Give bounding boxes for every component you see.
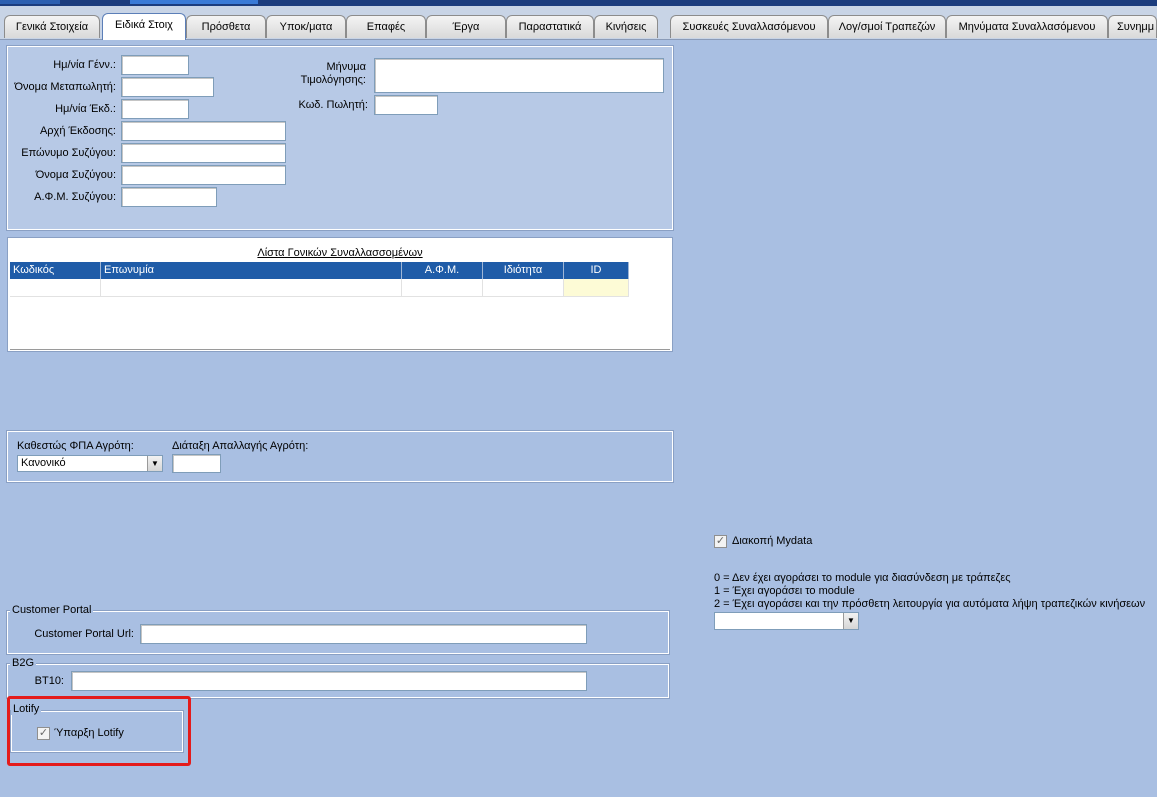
table-cell[interactable] <box>483 279 564 297</box>
spouse-surname-field[interactable] <box>121 143 286 163</box>
column-header-id[interactable]: ID <box>564 262 629 279</box>
column-header-name[interactable]: Επωνυμία <box>101 262 402 279</box>
spouse-vat-label: Α.Φ.Μ. Συζύγου: <box>34 191 116 203</box>
customer-portal-url-label: Customer Portal Url: <box>34 628 134 640</box>
bank-module-legend-0: 0 = Δεν έχει αγοράσει το module για διασ… <box>714 572 1011 584</box>
customer-portal-title: Customer Portal <box>10 604 94 616</box>
invoice-message-label: Μήνυμα Τιμολόγησης: <box>300 61 366 86</box>
issue-date-label: Ημ/νία Έκδ.: <box>55 103 116 115</box>
grid-bottom-line <box>10 349 670 350</box>
customer-portal-url-field[interactable] <box>140 624 587 644</box>
seller-code-field[interactable] <box>374 95 438 115</box>
tab-devices[interactable]: Συσκευές Συναλλασόμενου <box>670 15 828 38</box>
vat-status-label: Καθεστώς ΦΠΑ Αγρότη: <box>17 440 134 452</box>
birth-date-label: Ημ/νία Γένν.: <box>53 59 116 71</box>
vat-status-value: Κανονικό <box>21 457 66 469</box>
tab-documents[interactable]: Παραστατικά <box>506 15 594 38</box>
vat-status-select[interactable]: Κανονικό ▼ <box>17 455 163 472</box>
tab-projects[interactable]: Έργα <box>426 15 506 38</box>
chevron-down-icon[interactable]: ▼ <box>147 456 162 471</box>
spouse-name-label: Όνομα Συζύγου: <box>35 169 116 181</box>
bt10-label: BT10: <box>34 675 64 687</box>
table-cell[interactable] <box>402 279 483 297</box>
tab-special[interactable]: Ειδικά Στοιχ <box>102 13 186 40</box>
invoice-message-field[interactable] <box>374 58 664 93</box>
tab-transactions[interactable]: Κινήσεις <box>594 15 658 38</box>
parent-accounts-title: Λίστα Γονικών Συναλλασσομένων <box>257 247 423 259</box>
top-strip-segment <box>0 0 60 4</box>
top-strip-segment <box>130 0 258 4</box>
tab-bar: Γενικά Στοιχεία Ειδικά Στοιχ Πρόσθετα Υπ… <box>0 6 1157 40</box>
tab-branches[interactable]: Υποκ/ματα <box>266 15 346 38</box>
bt10-field[interactable] <box>71 671 587 691</box>
tab-additional[interactable]: Πρόσθετα <box>186 15 266 38</box>
tab-bank-accounts[interactable]: Λογ/σμοί Τραπεζών <box>828 15 946 38</box>
bank-module-select[interactable]: ▼ <box>714 612 859 630</box>
table-cell[interactable] <box>564 279 629 297</box>
column-header-code[interactable]: Κωδικός <box>10 262 101 279</box>
parent-accounts-list: Λίστα Γονικών Συναλλασσομένων Κωδικός Επ… <box>7 237 673 352</box>
bank-module-legend-1: 1 = Έχει αγοράσει το module <box>714 585 855 597</box>
mydata-checkbox-label[interactable]: Διακοπή Mydata <box>732 535 812 547</box>
column-header-role[interactable]: Ιδιότητα <box>483 262 564 279</box>
check-icon: ✓ <box>715 535 726 547</box>
b2g-title: B2G <box>10 657 37 669</box>
chevron-down-icon[interactable]: ▼ <box>843 613 858 629</box>
tab-attachments[interactable]: Συνημμ <box>1108 15 1157 38</box>
mydata-checkbox[interactable]: ✓ <box>714 535 727 548</box>
bank-module-legend-2: 2 = Έχει αγοράσει και την πρόσθετη λειτο… <box>714 598 1146 610</box>
spouse-surname-label: Επώνυμο Συζύγου: <box>21 147 116 159</box>
column-header-vat[interactable]: Α.Φ.Μ. <box>402 262 483 279</box>
spouse-vat-field[interactable] <box>121 187 217 207</box>
highlight-box <box>7 696 191 766</box>
issue-date-field[interactable] <box>121 99 189 119</box>
issuing-authority-label: Αρχή Έκδοσης: <box>39 125 116 137</box>
tab-messages[interactable]: Μηνύματα Συναλλασόμενου <box>946 15 1108 38</box>
exemption-label: Διάταξη Απαλλαγής Αγρότη: <box>172 440 309 452</box>
birth-date-field[interactable] <box>121 55 189 75</box>
issuing-authority-field[interactable] <box>121 121 286 141</box>
reseller-name-field[interactable] <box>121 77 214 97</box>
seller-code-label: Κωδ. Πωλητή: <box>298 99 369 111</box>
exemption-field[interactable] <box>172 454 221 473</box>
table-cell[interactable] <box>101 279 402 297</box>
tab-general[interactable]: Γενικά Στοιχεία <box>4 15 100 38</box>
reseller-name-label: Όνομα Μεταπωλητή: <box>14 81 116 93</box>
spouse-name-field[interactable] <box>121 165 286 185</box>
table-cell[interactable] <box>10 279 101 297</box>
tab-contacts[interactable]: Επαφές <box>346 15 426 38</box>
